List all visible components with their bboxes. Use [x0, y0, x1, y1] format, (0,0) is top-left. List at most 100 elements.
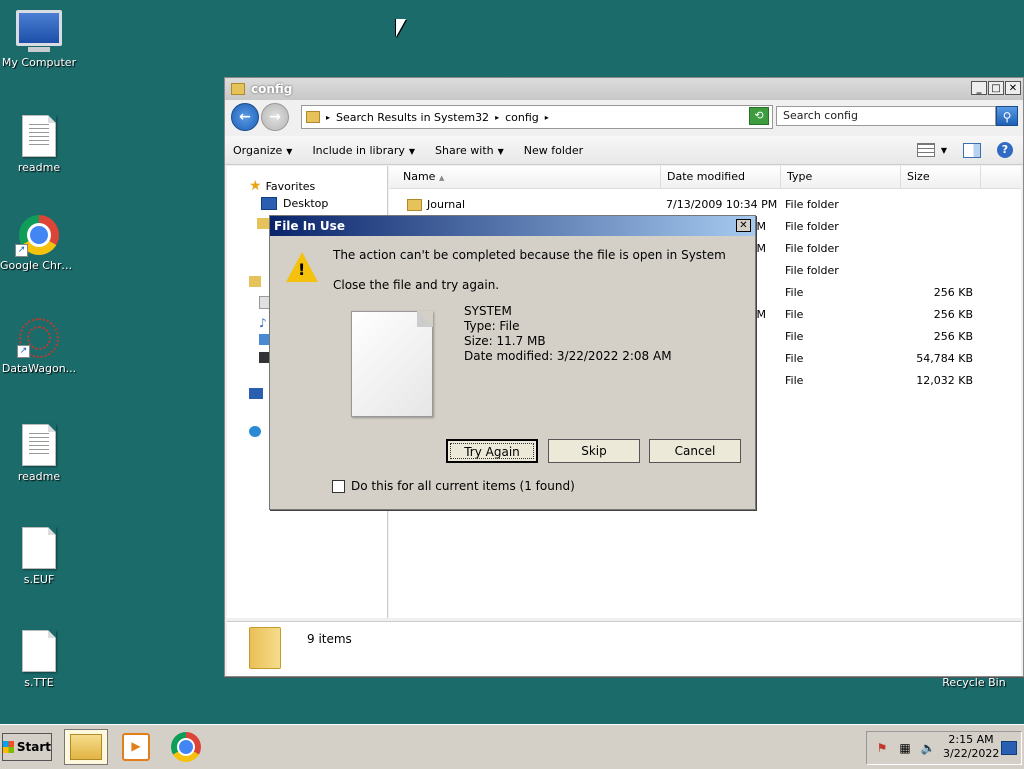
help-icon[interactable]: ? — [997, 142, 1013, 158]
shortcut-arrow-icon: ↗ — [17, 345, 30, 358]
shortcut-arrow-icon: ↗ — [15, 244, 28, 257]
network-icon[interactable]: ▦ — [897, 741, 913, 755]
datawagon-icon: ↗ — [17, 318, 59, 358]
computer-icon[interactable] — [249, 388, 263, 399]
window-title: config — [251, 82, 293, 96]
desktop-icon-label: My Computer — [1, 56, 77, 69]
desktop-icon-label: s.TTE — [24, 676, 54, 689]
mouse-cursor-icon — [396, 19, 406, 37]
action-center-flag-icon[interactable]: ⚑ — [874, 741, 890, 755]
status-bar: 9 items — [227, 621, 1021, 676]
sort-up-icon: ▲ — [438, 174, 445, 182]
row-type: File — [785, 330, 804, 343]
desktop-icon-readme[interactable]: readme — [0, 115, 78, 174]
checkbox-label: Do this for all current items (1 found) — [351, 479, 575, 493]
network-icon[interactable] — [249, 426, 261, 437]
recycle-bin-label[interactable]: Recycle Bin — [936, 676, 1012, 689]
window-titlebar[interactable]: config _ □ ✕ — [225, 78, 1023, 100]
desktop-icon-s-tte[interactable]: s.TTE — [0, 630, 78, 689]
close-button[interactable]: ✕ — [1005, 81, 1021, 95]
desktop-icon — [261, 197, 277, 210]
chevron-down-icon[interactable]: ▼ — [941, 146, 947, 155]
preview-pane-icon[interactable] — [963, 142, 981, 158]
search-icon[interactable]: ⚲ — [996, 106, 1018, 126]
checkbox-box[interactable] — [332, 479, 345, 493]
row-type: File folder — [785, 242, 839, 255]
breadcrumb-item[interactable]: config — [505, 111, 539, 124]
view-options-icon[interactable] — [916, 143, 935, 157]
show-desktop-icon[interactable] — [1001, 741, 1017, 755]
share-with-menu[interactable]: Share with ▼ — [435, 144, 504, 157]
row-type: File — [785, 374, 804, 387]
breadcrumb-item[interactable]: Search Results in System32 — [336, 111, 489, 124]
row-size: 12,032 KB — [916, 374, 973, 387]
apply-to-all-checkbox[interactable]: Do this for all current items (1 found) — [332, 479, 575, 493]
windows-logo-icon — [3, 741, 14, 753]
chevron-right-icon: ▸ — [326, 112, 331, 122]
new-folder-button[interactable]: New folder — [524, 144, 583, 157]
try-again-button[interactable]: Try Again — [446, 439, 538, 463]
file-name: SYSTEM — [464, 304, 512, 318]
desktop-icon-datawagon[interactable]: ↗ DataWagon... — [0, 318, 78, 375]
dialog-instruction: Close the file and try again. — [333, 278, 500, 292]
row-type: File — [785, 286, 804, 299]
cancel-button[interactable]: Cancel — [649, 439, 741, 463]
column-name[interactable]: Name ▲ — [397, 166, 661, 188]
taskbar-explorer-button[interactable] — [64, 729, 108, 765]
sidebar-item-favorites[interactable]: ★ Favorites — [249, 178, 315, 194]
volume-icon[interactable]: 🔈 — [920, 741, 936, 755]
folder-icon — [249, 627, 281, 669]
dialog-close-button[interactable]: ✕ — [736, 219, 751, 232]
desktop-icon-label: DataWagon... — [1, 362, 77, 375]
warning-icon: ! — [286, 252, 318, 282]
table-row[interactable]: Journal 7/13/2009 10:34 PM File folder — [389, 194, 1021, 216]
dialog-title[interactable]: File In Use — [270, 216, 755, 236]
downloads-icon[interactable] — [257, 218, 269, 229]
minimize-button[interactable]: _ — [971, 81, 987, 95]
clock[interactable]: 2:15 AM 3/22/2022 — [943, 733, 999, 761]
start-button[interactable]: Start — [2, 733, 52, 761]
file-in-use-dialog: File In Use ✕ ! The action can't be comp… — [269, 215, 756, 510]
row-type: File folder — [785, 220, 839, 233]
taskbar: Start ▶ ⚑ ▦ 🔈 2:15 AM 3/22/2022 — [0, 724, 1024, 769]
row-name: Journal — [427, 198, 466, 211]
file-date-modified: Date modified: 3/22/2022 2:08 AM — [464, 349, 672, 363]
desktop-icon-label: readme — [17, 161, 61, 174]
libraries-icon[interactable] — [249, 276, 261, 287]
folder-icon — [231, 83, 245, 95]
file-type: Type: File — [464, 319, 520, 333]
file-icon — [351, 311, 433, 417]
row-type: File — [785, 352, 804, 365]
file-size: Size: 11.7 MB — [464, 334, 546, 348]
organize-menu[interactable]: Organize ▼ — [233, 144, 292, 157]
row-date: 7/13/2009 10:34 PM — [666, 198, 778, 211]
desktop-icon-google-chrome[interactable]: ↗ Google Chrome — [0, 215, 78, 272]
dialog-message: The action can't be completed because th… — [333, 248, 726, 262]
back-button[interactable]: ← — [231, 103, 259, 131]
row-type: File folder — [785, 198, 839, 211]
folder-icon — [407, 199, 422, 211]
forward-button[interactable]: → — [261, 103, 289, 131]
row-size: 256 KB — [933, 308, 973, 321]
desktop-icon-s-euf[interactable]: s.EUF — [0, 527, 78, 586]
row-size: 54,784 KB — [916, 352, 973, 365]
skip-button[interactable]: Skip — [548, 439, 640, 463]
clock-time: 2:15 AM — [948, 733, 994, 746]
sidebar-item-desktop[interactable]: Desktop — [261, 197, 328, 210]
taskbar-chrome-button[interactable] — [164, 729, 208, 765]
desktop-icon-readme-2[interactable]: readme — [0, 424, 78, 483]
desktop-icon-my-computer[interactable]: My Computer — [0, 10, 78, 69]
folder-icon — [306, 111, 320, 123]
row-type: File folder — [785, 264, 839, 277]
include-in-library-menu[interactable]: Include in library ▼ — [312, 144, 415, 157]
taskbar-media-player-button[interactable]: ▶ — [114, 729, 158, 765]
maximize-button[interactable]: □ — [988, 81, 1004, 95]
refresh-icon[interactable]: ⟲ — [749, 107, 769, 125]
column-type[interactable]: Type — [781, 166, 901, 188]
column-size[interactable]: Size — [901, 166, 981, 188]
column-date-modified[interactable]: Date modified — [661, 166, 781, 188]
desktop-icon-label: Google Chrome — [0, 259, 78, 272]
search-input[interactable]: Search config — [776, 106, 996, 126]
address-row: ← → ▸ Search Results in System32 ▸ confi… — [225, 102, 1023, 132]
address-bar[interactable]: ▸ Search Results in System32 ▸ config ▸ … — [301, 105, 773, 129]
